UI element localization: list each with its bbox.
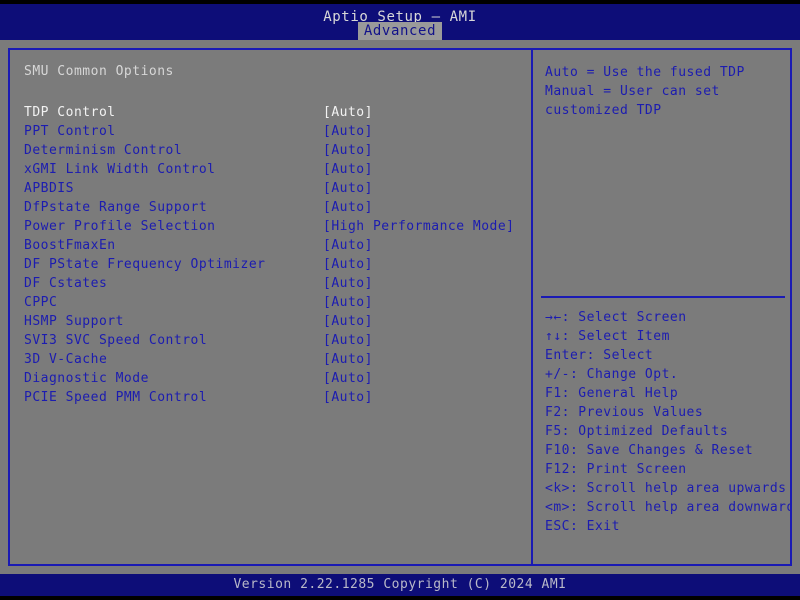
help-text: Auto = Use the fused TDP Manual = User c… — [545, 65, 745, 118]
key-description: : Change Opt. — [569, 367, 679, 382]
key-legend-row: <m>: Scroll help area downwards — [545, 498, 790, 517]
options-list[interactable]: TDP Control [Auto] PPT Control [Auto] Determ… — [10, 103, 531, 407]
option-label: CPPC — [24, 295, 58, 310]
key-glyph: Enter — [545, 348, 587, 363]
option-row[interactable]: 3D V-Cache [Auto] — [10, 350, 531, 369]
option-label: BoostFmaxEn — [24, 238, 116, 253]
option-value[interactable]: [Auto] — [323, 122, 373, 141]
key-glyph: F5 — [545, 424, 562, 439]
bottom-black-strip — [0, 596, 800, 600]
key-description: : Exit — [569, 519, 620, 534]
help-panel: Auto = Use the fused TDP Manual = User c… — [533, 50, 790, 564]
option-label: xGMI Link Width Control — [24, 162, 216, 177]
key-description: : Select — [586, 348, 654, 363]
key-description: : Select Item — [561, 329, 670, 344]
option-value[interactable]: [Auto] — [323, 331, 373, 350]
key-description: : Save Changes & Reset — [569, 443, 754, 458]
key-glyph: ↑↓ — [545, 329, 562, 344]
key-glyph: F2 — [545, 405, 562, 420]
option-value[interactable]: [Auto] — [323, 388, 373, 407]
key-legend-row: F12: Print Screen — [545, 460, 790, 479]
tab-advanced[interactable]: Advanced — [357, 22, 443, 40]
key-glyph: F12 — [545, 462, 570, 477]
option-value[interactable]: [Auto] — [323, 350, 373, 369]
key-description: : Previous Values — [561, 405, 704, 420]
options-panel: SMU Common Options TDP Control [Auto] PPT … — [10, 50, 531, 564]
option-value[interactable]: [Auto] — [323, 293, 373, 312]
option-row[interactable]: SVI3 SVC Speed Control [Auto] — [10, 331, 531, 350]
option-label: PCIE Speed PMM Control — [24, 390, 208, 405]
key-glyph: +/- — [545, 367, 570, 382]
key-glyph: <k> — [545, 481, 570, 496]
key-legend-row: F1: General Help — [545, 384, 790, 403]
key-legend-row: F10: Save Changes & Reset — [545, 441, 790, 460]
option-value[interactable]: [Auto] — [323, 236, 373, 255]
option-row[interactable]: BoostFmaxEn [Auto] — [10, 236, 531, 255]
key-legend-row: Enter: Select — [545, 346, 790, 365]
key-description: : Scroll help area downwards — [569, 500, 790, 515]
option-value[interactable]: [Auto] — [323, 312, 373, 331]
option-label: DfPstate Range Support — [24, 200, 208, 215]
option-row[interactable]: DF PState Frequency Optimizer [Auto] — [10, 255, 531, 274]
footer-bar: Version 2.22.1285 Copyright (C) 2024 AMI — [0, 574, 800, 596]
option-value[interactable]: [Auto] — [323, 160, 373, 179]
option-label: 3D V-Cache — [24, 352, 108, 367]
option-label: DF Cstates — [24, 276, 108, 291]
option-value[interactable]: [Auto] — [323, 198, 373, 217]
key-legend-row: →←: Select Screen — [545, 308, 790, 327]
option-row[interactable]: APBDIS [Auto] — [10, 179, 531, 198]
key-description: : Print Screen — [569, 462, 687, 477]
key-description: : Optimized Defaults — [561, 424, 729, 439]
option-row[interactable]: CPPC [Auto] — [10, 293, 531, 312]
key-description: : Scroll help area upwards — [569, 481, 787, 496]
option-row[interactable]: xGMI Link Width Control [Auto] — [10, 160, 531, 179]
option-label: Determinism Control — [24, 143, 183, 158]
key-legend-row: +/-: Change Opt. — [545, 365, 790, 384]
option-row[interactable]: DfPstate Range Support [Auto] — [10, 198, 531, 217]
option-value[interactable]: [High Performance Mode] — [323, 217, 515, 236]
content-frame: SMU Common Options TDP Control [Auto] PPT … — [8, 48, 792, 566]
option-row[interactable]: PCIE Speed PMM Control [Auto] — [10, 388, 531, 407]
menubar[interactable]: Advanced — [0, 22, 800, 40]
key-glyph: →← — [545, 310, 562, 325]
option-value[interactable]: [Auto] — [323, 369, 373, 388]
option-label: TDP Control — [24, 105, 116, 120]
key-legend-row: F5: Optimized Defaults — [545, 422, 790, 441]
key-glyph: <m> — [545, 500, 570, 515]
option-label: PPT Control — [24, 124, 116, 139]
key-description: : Select Screen — [561, 310, 687, 325]
bios-setup-screen: Aptio Setup – AMI Advanced SMU Common Op… — [0, 0, 800, 600]
key-glyph: F10 — [545, 443, 570, 458]
key-legend-row: <k>: Scroll help area upwards — [545, 479, 790, 498]
option-label: DF PState Frequency Optimizer — [24, 257, 266, 272]
key-description: : General Help — [561, 386, 679, 401]
option-label: SVI3 SVC Speed Control — [24, 333, 208, 348]
key-legend-row: F2: Previous Values — [545, 403, 790, 422]
option-value[interactable]: [Auto] — [323, 103, 373, 122]
section-title: SMU Common Options — [24, 64, 174, 79]
key-glyph: F1 — [545, 386, 562, 401]
help-separator — [541, 296, 785, 298]
option-row[interactable]: HSMP Support [Auto] — [10, 312, 531, 331]
option-row[interactable]: Determinism Control [Auto] — [10, 141, 531, 160]
option-value[interactable]: [Auto] — [323, 274, 373, 293]
key-legend-row: ↑↓: Select Item — [545, 327, 790, 346]
option-label: HSMP Support — [24, 314, 124, 329]
option-label: APBDIS — [24, 181, 74, 196]
option-label: Diagnostic Mode — [24, 371, 149, 386]
option-row[interactable]: PPT Control [Auto] — [10, 122, 531, 141]
option-value[interactable]: [Auto] — [323, 141, 373, 160]
option-label: Power Profile Selection — [24, 219, 216, 234]
version-text: Version 2.22.1285 Copyright (C) 2024 AMI — [233, 577, 567, 592]
key-legend: →←: Select Screen ↑↓: Select Item Enter: S… — [545, 308, 790, 536]
option-row[interactable]: DF Cstates [Auto] — [10, 274, 531, 293]
option-row[interactable]: Diagnostic Mode [Auto] — [10, 369, 531, 388]
option-row[interactable]: TDP Control [Auto] — [10, 103, 531, 122]
option-row[interactable]: Power Profile Selection [High Performance… — [10, 217, 531, 236]
option-value[interactable]: [Auto] — [323, 255, 373, 274]
key-glyph: ESC — [545, 519, 570, 534]
option-value[interactable]: [Auto] — [323, 179, 373, 198]
key-legend-row: ESC: Exit — [545, 517, 790, 536]
